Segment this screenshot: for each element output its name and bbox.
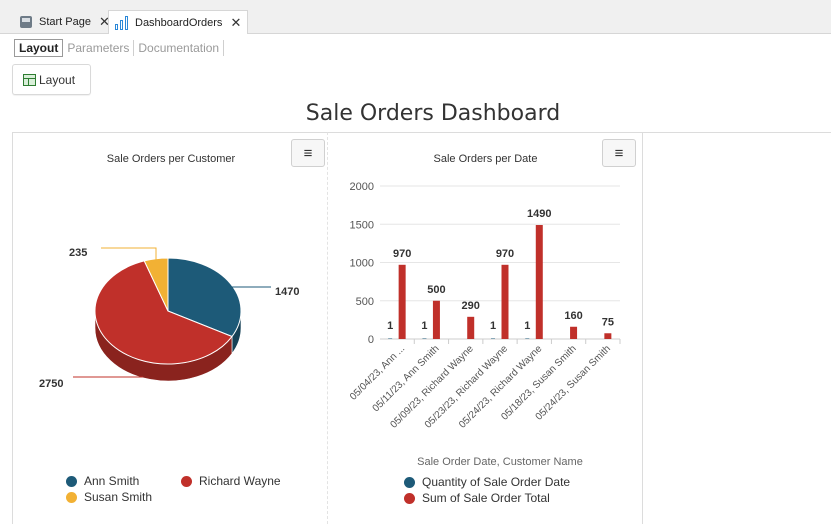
layout-icon	[23, 73, 36, 86]
data-label-susan-smith: 235	[69, 247, 87, 259]
legend-label: Richard Wayne	[199, 474, 281, 488]
bar-chart: 2000150010005000 97015001290970114901160…	[348, 181, 621, 468]
legend-label: Ann Smith	[84, 474, 140, 488]
pie-chart: 1470 2750 235	[39, 247, 299, 390]
page-title: Sale Orders Dashboard	[305, 101, 561, 126]
bar[interactable]	[388, 338, 393, 339]
bar-x-ticks: 05/04/23, Ann ...05/11/23, Ann Smith05/0…	[348, 339, 621, 431]
legend-marker	[181, 475, 192, 487]
bar-data-label: 970	[496, 248, 514, 260]
bar[interactable]	[467, 316, 475, 339]
y-tick-label: 500	[356, 296, 374, 308]
bar-data-label: 1	[421, 320, 427, 332]
bar-data-label: 1	[387, 320, 393, 332]
bar-gridlines	[380, 185, 620, 340]
x-axis-title: Sale Order Date, Customer Name	[417, 456, 583, 468]
bar-y-ticks: 2000 1500 1000 500 0	[350, 181, 374, 346]
legend-item-quantity[interactable]: Quantity of Sale Order Date	[404, 475, 570, 489]
bar[interactable]	[501, 264, 509, 339]
data-label-ann-smith: 1470	[275, 286, 299, 298]
data-label-richard-wayne: 2750	[39, 378, 63, 390]
bar[interactable]	[525, 338, 530, 339]
tab-dashboard-orders[interactable]: DashboardOrders ✕	[108, 10, 249, 34]
x-tick-label: 05/11/23, Ann Smith	[371, 343, 442, 414]
tab-start-page[interactable]: Start Page ✕	[14, 10, 116, 34]
legend-label: Sum of Sale Order Total	[422, 491, 550, 505]
subtab-layout[interactable]: Layout	[14, 39, 64, 57]
bar-data-label: 1	[490, 320, 496, 332]
bar-data-label: 1490	[527, 208, 551, 220]
y-tick-label: 2000	[350, 181, 374, 193]
legend-item-susan-smith[interactable]: Susan Smith	[66, 490, 152, 504]
bar[interactable]	[604, 333, 612, 339]
tab-label: DashboardOrders	[135, 16, 223, 29]
y-tick-label: 0	[368, 334, 374, 346]
pie-chart-panel: Sale Orders per Customer ≡ 1470 2750 235…	[12, 132, 328, 524]
bar-marks: 970 1 500 1 290 970 1 1490 1 160 75	[387, 208, 614, 339]
legend-marker	[66, 475, 77, 487]
document-tab-bar: Start Page ✕ DashboardOrders ✕	[0, 0, 831, 34]
y-tick-label: 1000	[350, 258, 374, 270]
legend-item-ann-smith[interactable]: Ann Smith	[66, 474, 139, 488]
start-page-icon	[20, 16, 32, 28]
tab-label: Start Page	[39, 16, 91, 28]
subtab-documentation[interactable]: Documentation	[134, 40, 225, 56]
bar[interactable]	[535, 225, 543, 339]
bar-data-label: 970	[393, 248, 411, 260]
bar-data-label: 290	[462, 300, 480, 312]
legend-marker	[66, 491, 77, 503]
legend-marker	[404, 492, 415, 504]
legend-label: Susan Smith	[84, 490, 153, 504]
bar-data-label: 500	[427, 284, 445, 296]
legend-marker	[404, 476, 415, 488]
empty-dashboard-area	[643, 132, 831, 524]
layout-button[interactable]: Layout	[12, 64, 91, 95]
legend-item-sum-total[interactable]: Sum of Sale Order Total	[404, 491, 550, 505]
pie-slices	[94, 257, 242, 365]
legend-item-richard-wayne[interactable]: Richard Wayne	[181, 474, 281, 488]
bar-data-label: 1	[524, 320, 530, 332]
bar-data-label: 75	[602, 316, 614, 328]
bar[interactable]	[422, 338, 427, 339]
bar[interactable]	[432, 300, 440, 339]
subtab-parameters[interactable]: Parameters	[63, 40, 135, 56]
designer-subtabs: Layout Parameters Documentation	[14, 38, 225, 58]
bar-data-label: 160	[564, 310, 582, 322]
bar[interactable]	[491, 338, 495, 339]
dashboard-icon	[115, 15, 129, 30]
bar-chart-panel: Sale Orders per Date ≡ 2000 1500 1000 500 0 …	[328, 132, 643, 524]
layout-button-label: Layout	[39, 72, 76, 87]
y-tick-label: 1500	[350, 219, 374, 231]
bar[interactable]	[570, 326, 578, 339]
legend-label: Quantity of Sale Order Date	[422, 475, 571, 489]
close-icon[interactable]: ✕	[230, 15, 241, 31]
bar[interactable]	[398, 264, 406, 339]
